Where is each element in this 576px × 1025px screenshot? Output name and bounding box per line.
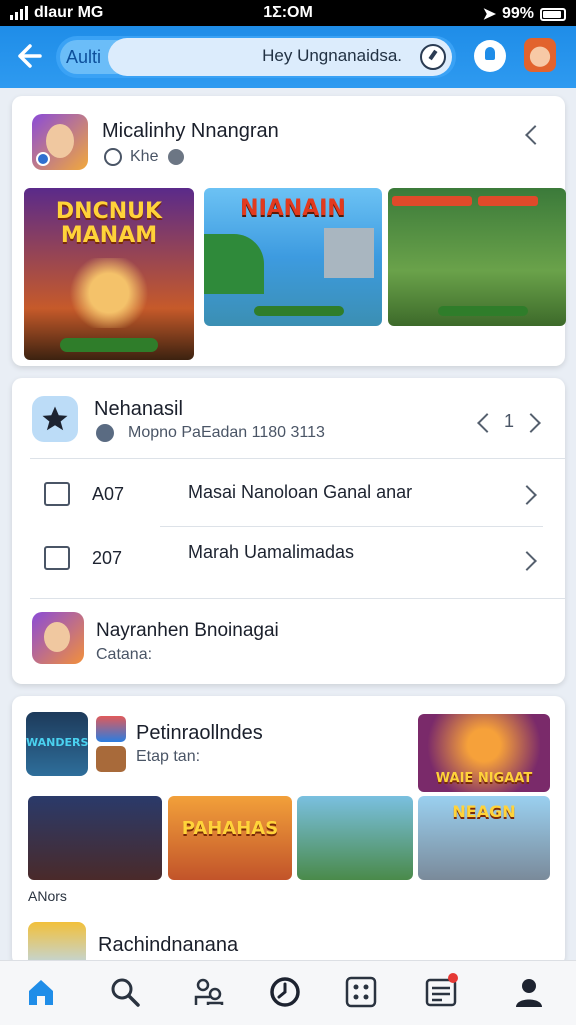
face-icon bbox=[104, 148, 122, 166]
chevron-right-icon bbox=[517, 551, 537, 571]
search-bar[interactable]: Aulti Hey Ungnanaidsa. bbox=[56, 36, 456, 78]
battery-percent: 99% bbox=[501, 5, 534, 22]
location-icon: ➤ bbox=[482, 6, 496, 23]
details-title: Nehanasil bbox=[94, 398, 183, 420]
collection-thumb-2[interactable] bbox=[28, 796, 162, 880]
collection-icon[interactable]: WANDERS bbox=[26, 712, 88, 776]
collapse-chevron-icon[interactable] bbox=[525, 125, 545, 145]
app-title: Nayranhen Bnoinagai bbox=[96, 620, 279, 641]
game-icon[interactable] bbox=[32, 114, 88, 170]
app-subtitle: Catana: bbox=[96, 646, 153, 663]
chevron-right-icon bbox=[517, 485, 537, 505]
refresh-icon[interactable] bbox=[420, 44, 446, 70]
image-icon bbox=[44, 546, 70, 570]
people-icon[interactable] bbox=[192, 975, 226, 1009]
app-title: Rachindnanana bbox=[98, 934, 239, 956]
screenshot-thumb-3[interactable] bbox=[388, 188, 566, 326]
thumb-title: NEAGN bbox=[452, 802, 516, 821]
featured-game-card: Micalinhy Nnangran Khe DNCNUK MANAM NIAN… bbox=[12, 96, 566, 366]
prev-chevron-icon[interactable] bbox=[477, 413, 497, 433]
section-label: ANors bbox=[28, 888, 67, 904]
clock-icon[interactable] bbox=[268, 975, 302, 1009]
list-item[interactable]: A07 Masai Nanoloan Ganal anar bbox=[12, 460, 565, 524]
back-arrow-icon[interactable] bbox=[12, 40, 44, 72]
row-label: Marah Uamalimadas bbox=[188, 542, 355, 562]
collection-card: WANDERS Petinraollndes Etap tan: WAIE NI… bbox=[12, 696, 565, 966]
verified-icon bbox=[96, 424, 114, 442]
home-icon[interactable] bbox=[24, 975, 58, 1009]
status-bar: dΙaur MG 1Σ:OM ➤ 99% bbox=[0, 0, 576, 26]
screenshot-thumb-1[interactable]: DNCNUK MANAM bbox=[24, 188, 194, 360]
bell-icon[interactable] bbox=[474, 40, 506, 72]
game-subtitle: Khe bbox=[130, 148, 159, 165]
mini-icon bbox=[96, 746, 126, 772]
grid-icon[interactable] bbox=[344, 975, 378, 1009]
rating-star-icon bbox=[32, 396, 78, 442]
top-bar: Aulti Hey Ungnanaidsa. bbox=[0, 26, 576, 88]
row-number: 207 bbox=[92, 548, 123, 568]
divider bbox=[160, 526, 543, 527]
collection-subtitle: Etap tan: bbox=[136, 748, 201, 765]
profile-icon[interactable] bbox=[512, 975, 546, 1009]
divider bbox=[30, 598, 565, 599]
game-details-card: Nehanasil Mopno PaEadan 1180 3113 1 A07 … bbox=[12, 378, 565, 684]
row-number: A07 bbox=[92, 484, 125, 504]
thumb-title: NIANAIN bbox=[240, 196, 346, 221]
thumb-title: DNCNUK MANAM bbox=[55, 199, 163, 248]
bottom-nav bbox=[0, 960, 576, 1025]
game-title: Micalinhy Nnangran bbox=[102, 120, 279, 142]
page-number: 1 bbox=[504, 411, 515, 431]
avatar[interactable] bbox=[524, 38, 556, 72]
screenshot-thumb-2[interactable]: NIANAIN bbox=[204, 188, 382, 326]
row-label: Masai Nanoloan Ganal anar bbox=[188, 482, 413, 502]
mini-icon bbox=[96, 716, 126, 742]
list-item[interactable]: 207 Marah Uamalimadas bbox=[12, 528, 565, 592]
app-icon bbox=[32, 612, 84, 664]
next-chevron-icon[interactable] bbox=[521, 413, 541, 433]
notification-dot bbox=[448, 973, 458, 983]
collection-thumb-1[interactable]: WAIE NIGAAT bbox=[418, 714, 550, 792]
app-list-item[interactable]: Nayranhen Bnoinagai Catana: bbox=[12, 606, 565, 676]
message-icon bbox=[44, 482, 70, 506]
collection-thumb-5[interactable]: NEAGN bbox=[418, 796, 550, 880]
collection-title: Petinraollndes bbox=[136, 722, 263, 744]
divider bbox=[30, 458, 565, 459]
thumb-title: PAHAHAS bbox=[181, 818, 279, 839]
battery-icon bbox=[540, 7, 566, 21]
collection-thumb-3[interactable]: PAHAHAS bbox=[168, 796, 292, 880]
details-subtitle: Mopno PaEadan 1180 3113 bbox=[128, 424, 325, 441]
search-placeholder: Hey Ungnanaidsa. bbox=[262, 46, 402, 65]
collection-thumb-4[interactable] bbox=[297, 796, 413, 880]
search-icon[interactable] bbox=[108, 975, 142, 1009]
info-icon bbox=[168, 149, 184, 165]
thumb-title: WANDERS bbox=[26, 736, 88, 749]
thumb-title: WAIE NIGAAT bbox=[435, 771, 533, 786]
